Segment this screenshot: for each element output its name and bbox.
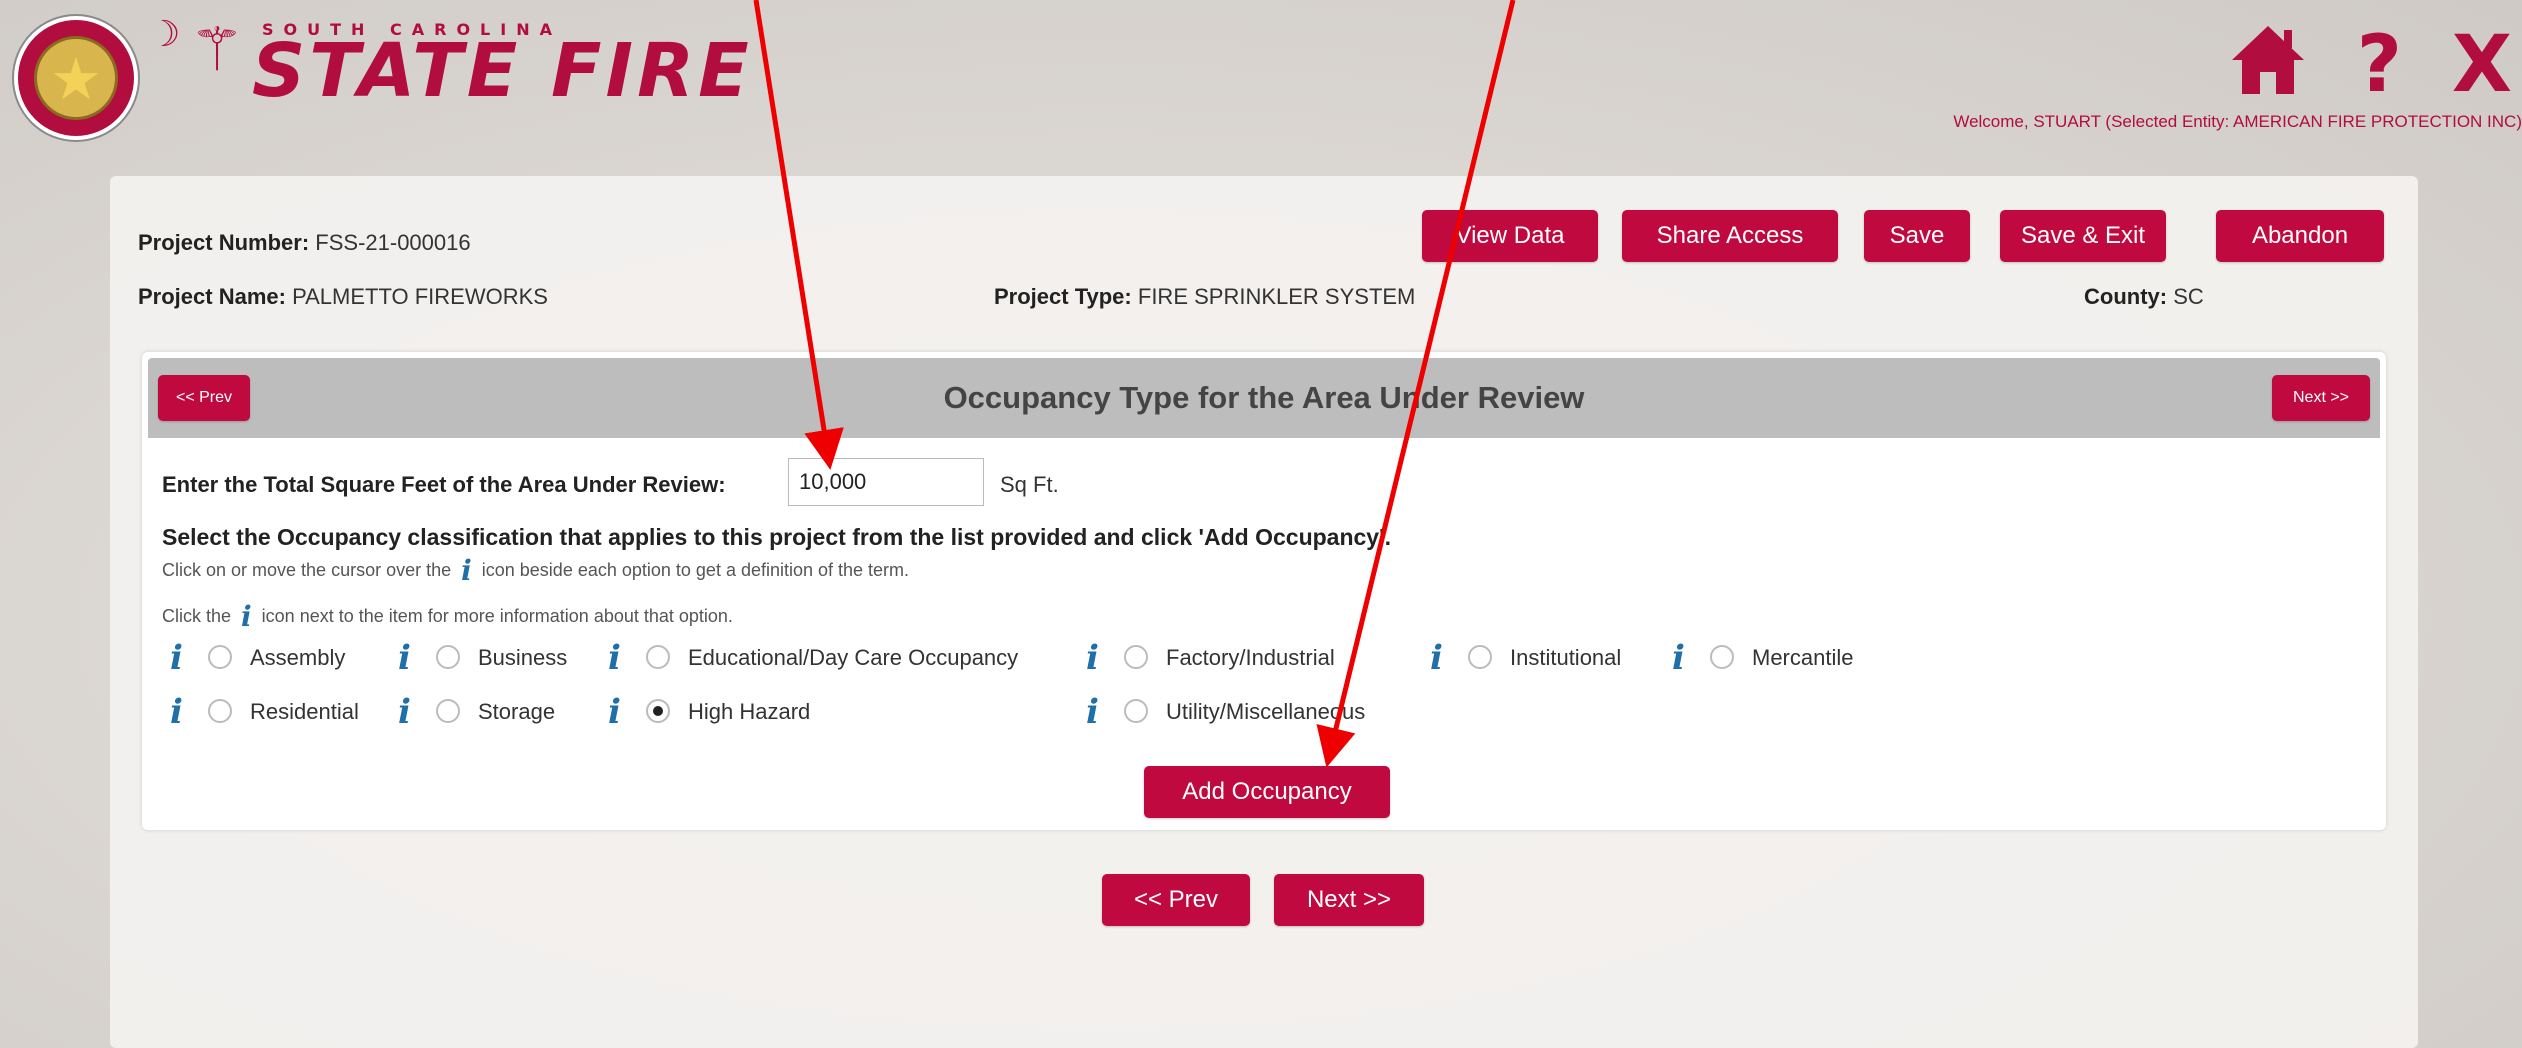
info-icon[interactable]: i xyxy=(398,638,411,678)
prev-button-small[interactable]: << Prev xyxy=(158,375,250,421)
project-type-label: Project Type: xyxy=(994,284,1132,309)
project-number: Project Number: FSS-21-000016 xyxy=(138,230,471,256)
project-number-label: Project Number: xyxy=(138,230,310,255)
next-button-small[interactable]: Next >> xyxy=(2272,375,2370,421)
home-icon[interactable] xyxy=(2228,20,2308,100)
option-label: High Hazard xyxy=(688,699,811,724)
project-name-label: Project Name: xyxy=(138,284,286,309)
click-instruction: Click the i icon next to the item for more… xyxy=(162,600,733,633)
option-label: Utility/Miscellaneous xyxy=(1166,699,1366,724)
info-icon[interactable]: i xyxy=(608,692,621,732)
close-icon[interactable]: X xyxy=(2452,20,2512,110)
option-label: Institutional xyxy=(1510,645,1622,670)
info-icon: i xyxy=(461,554,472,587)
option-label: Business xyxy=(478,645,568,670)
info-icon[interactable]: i xyxy=(1086,638,1099,678)
square-feet-label: Enter the Total Square Feet of the Area … xyxy=(162,472,726,497)
radio-button[interactable] xyxy=(1124,645,1148,669)
state-fire-seal-logo: ★ xyxy=(14,16,138,140)
project-name: Project Name: PALMETTO FIREWORKS xyxy=(138,284,548,310)
info-icon[interactable]: i xyxy=(608,638,621,678)
option-label: Residential xyxy=(250,699,359,724)
next-button[interactable]: Next >> xyxy=(1274,874,1424,926)
click-instruction-pre: Click the xyxy=(162,606,232,626)
abandon-button[interactable]: Abandon xyxy=(2216,210,2384,262)
share-access-button[interactable]: Share Access xyxy=(1622,210,1838,262)
option-label: Mercantile xyxy=(1752,645,1854,670)
option-label: Factory/Industrial xyxy=(1166,645,1335,670)
save-exit-button[interactable]: Save & Exit xyxy=(2000,210,2166,262)
project-name-value: PALMETTO FIREWORKS xyxy=(292,284,548,309)
prev-button[interactable]: << Prev xyxy=(1102,874,1250,926)
project-number-value: FSS-21-000016 xyxy=(315,230,471,255)
top-icon-bar: ? X xyxy=(2212,20,2512,110)
radio-button[interactable] xyxy=(208,699,232,723)
option-label: Educational/Day Care Occupancy xyxy=(688,645,1019,670)
section-title: Occupancy Type for the Area Under Review xyxy=(943,380,1585,415)
brand-title: STATE FIRE xyxy=(252,28,753,114)
county-value: SC xyxy=(2173,284,2204,309)
square-feet-input[interactable] xyxy=(788,458,984,506)
hover-instruction-pre: Click on or move the cursor over the xyxy=(162,560,452,580)
occupancy-section: Occupancy Type for the Area Under Review… xyxy=(142,352,2386,830)
project-county: County: SC xyxy=(2084,284,2204,310)
info-icon[interactable]: i xyxy=(170,692,183,732)
radio-button[interactable] xyxy=(646,645,670,669)
welcome-message: Welcome, STUART (Selected Entity: AMERIC… xyxy=(1953,112,2522,131)
radio-button[interactable] xyxy=(436,645,460,669)
main-panel: Project Number: FSS-21-000016 Project Na… xyxy=(110,176,2418,1048)
county-label: County: xyxy=(2084,284,2168,309)
radio-button-selected[interactable] xyxy=(646,699,670,723)
option-label: Assembly xyxy=(250,645,346,670)
project-type-value: FIRE SPRINKLER SYSTEM xyxy=(1137,284,1416,309)
project-type: Project Type: FIRE SPRINKLER SYSTEM xyxy=(994,284,1415,310)
click-instruction-post: icon next to the item for more informati… xyxy=(261,606,733,626)
info-icon[interactable]: i xyxy=(398,692,411,732)
add-occupancy-button[interactable]: Add Occupancy xyxy=(1144,766,1390,818)
section-header-bar: Occupancy Type for the Area Under Review… xyxy=(148,358,2380,438)
header: ★ ☽ ⚚ SOUTH CAROLINA STATE FIRE ? X Welc… xyxy=(0,0,2522,160)
palmetto-tree-icon: ⚚ xyxy=(190,15,244,85)
info-icon[interactable]: i xyxy=(1672,638,1685,678)
info-icon[interactable]: i xyxy=(1430,638,1443,678)
hover-instruction: Click on or move the cursor over the i ico… xyxy=(162,554,909,587)
star-icon: ★ xyxy=(50,45,102,113)
info-icon[interactable]: i xyxy=(170,638,183,678)
radio-button[interactable] xyxy=(1710,645,1734,669)
option-label: Storage xyxy=(478,699,556,724)
info-icon[interactable]: i xyxy=(1086,692,1099,732)
radio-button[interactable] xyxy=(208,645,232,669)
seal-badge: ★ xyxy=(34,36,118,120)
radio-button[interactable] xyxy=(1124,699,1148,723)
info-icon: i xyxy=(241,600,252,633)
help-icon[interactable]: ? xyxy=(2357,20,2402,110)
radio-button[interactable] xyxy=(436,699,460,723)
save-button[interactable]: Save xyxy=(1864,210,1970,262)
view-data-button[interactable]: View Data xyxy=(1422,210,1598,262)
occupancy-instruction: Select the Occupancy classification that… xyxy=(162,524,1391,550)
crescent-moon-icon: ☽ xyxy=(148,14,181,55)
radio-button[interactable] xyxy=(1468,645,1492,669)
hover-instruction-post: icon beside each option to get a definit… xyxy=(481,560,910,580)
square-feet-unit: Sq Ft. xyxy=(1000,472,1059,497)
